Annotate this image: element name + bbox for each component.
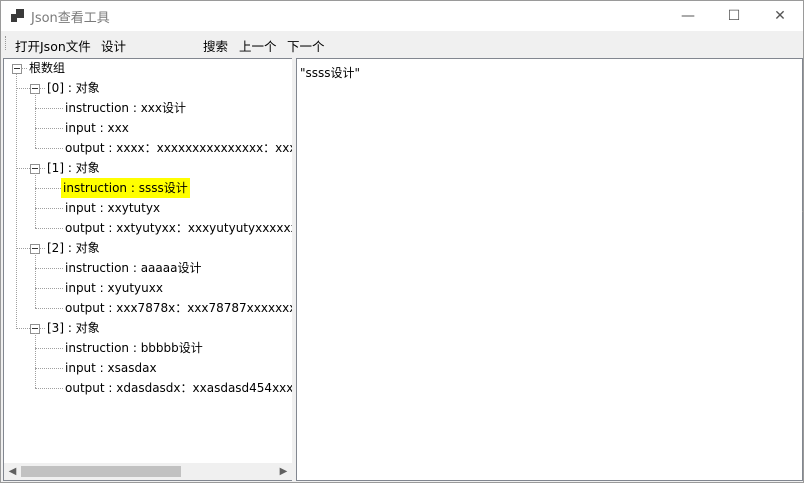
menu-bar: 打开Json文件 设计 搜索 上一个 下一个 — [1, 31, 803, 55]
tree-child-2-instruction[interactable]: instruction : aaaaa设计 — [63, 258, 203, 278]
maximize-button[interactable]: ☐ — [711, 1, 757, 31]
tree-child-0-instruction[interactable]: instruction : xxx设计 — [63, 98, 188, 118]
tree-child-0-output[interactable]: output : xxxx：xxxxxxxxxxxxxxx：xxxxxx — [63, 138, 292, 158]
tree-item-3[interactable]: [3] : 对象 — [45, 318, 102, 338]
close-button[interactable]: ✕ — [757, 1, 803, 31]
search-button[interactable]: 搜索 — [203, 36, 228, 55]
horizontal-scrollbar[interactable]: ◀ ▶ — [4, 463, 292, 480]
tree-child-2-output[interactable]: output : xxx7878x：xxx78787xxxxxxxx45 — [63, 298, 292, 318]
tree-child-2-input[interactable]: input : xyutyuxx — [63, 278, 165, 298]
next-button[interactable]: 下一个 — [287, 36, 325, 55]
title-bar[interactable]: Json查看工具 — ☐ ✕ — [1, 1, 803, 31]
open-json-menu[interactable]: 打开Json文件 — [15, 36, 91, 55]
toolbar-grip — [5, 36, 8, 50]
tree-child-3-instruction[interactable]: instruction : bbbbb设计 — [63, 338, 205, 358]
json-tree[interactable]: 根数组 [0] : 对象 instruction : xxx设计 input :… — [3, 58, 293, 481]
tree-item-2[interactable]: [2] : 对象 — [45, 238, 102, 258]
tree-child-3-output[interactable]: output : xdasdasdx：xxasdasd454xxxx — [63, 378, 292, 398]
tree-item-0[interactable]: [0] : 对象 — [45, 78, 102, 98]
tree-line — [16, 73, 17, 329]
tree-child-1-instruction-selected[interactable]: instruction : ssss设计 — [61, 178, 190, 198]
minimize-button[interactable]: — — [665, 1, 711, 31]
tree-child-0-input[interactable]: input : xxx — [63, 118, 131, 138]
detail-pane[interactable]: "ssss设计" — [296, 58, 803, 481]
scroll-thumb[interactable] — [21, 466, 181, 477]
tree-child-3-input[interactable]: input : xsasdax — [63, 358, 159, 378]
tree-child-1-output[interactable]: output : xxtyutyxx：xxxyutyutyxxxxxxxxx — [63, 218, 292, 238]
prev-button[interactable]: 上一个 — [239, 36, 277, 55]
scroll-right-icon[interactable]: ▶ — [275, 463, 292, 480]
detail-value: "ssss设计" — [300, 66, 361, 80]
scroll-left-icon[interactable]: ◀ — [4, 463, 21, 480]
tree-root[interactable]: 根数组 — [27, 59, 67, 78]
tree-item-1[interactable]: [1] : 对象 — [45, 158, 102, 178]
app-icon — [11, 9, 25, 23]
window-title: Json查看工具 — [31, 11, 110, 26]
tree-child-1-input[interactable]: input : xxytutyx — [63, 198, 162, 218]
collapse-toggle-root[interactable] — [12, 64, 22, 74]
app-window: Json查看工具 — ☐ ✕ 打开Json文件 设计 搜索 上一个 下一个 根数… — [0, 0, 804, 483]
design-menu[interactable]: 设计 — [101, 36, 126, 55]
